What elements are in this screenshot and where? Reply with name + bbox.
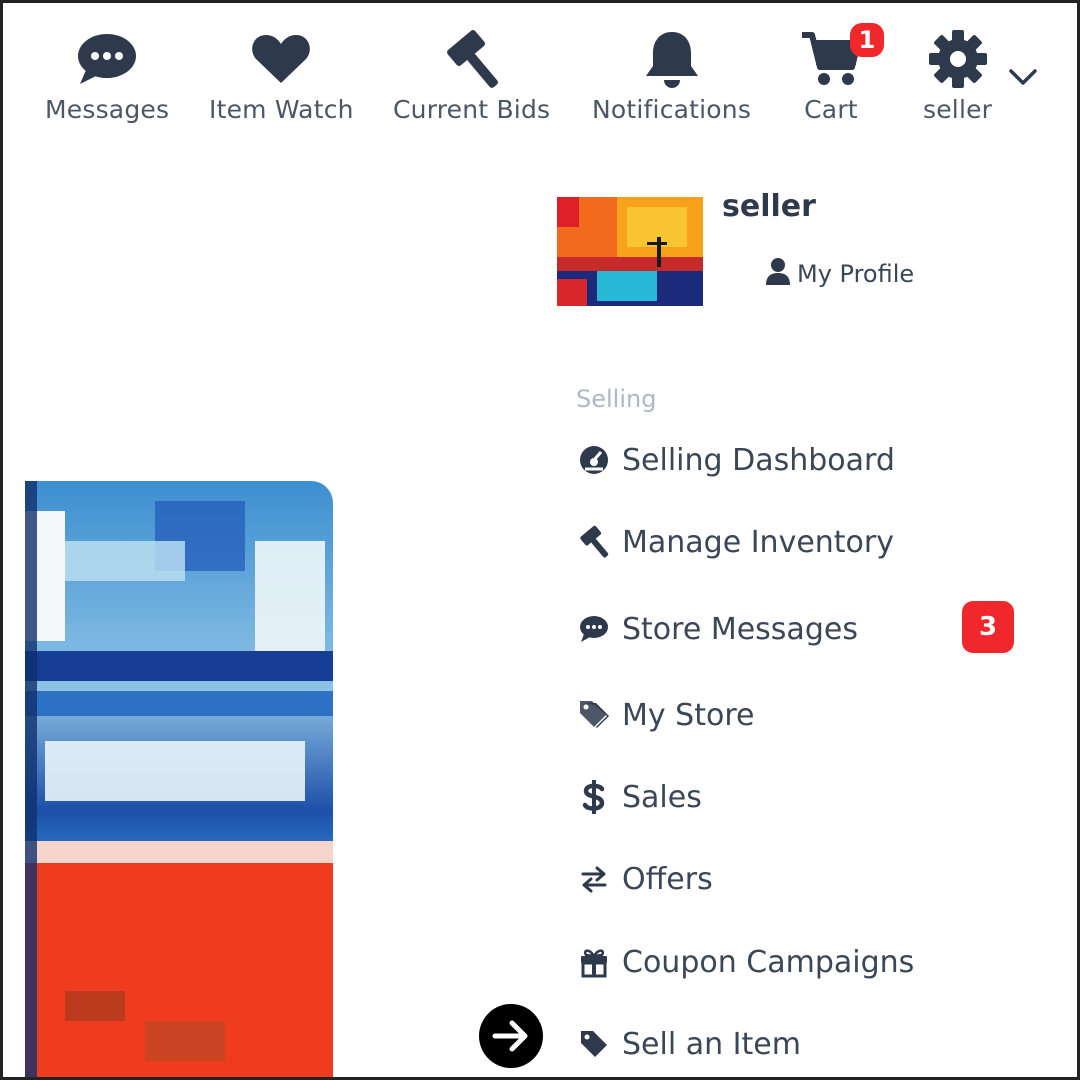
gavel-icon: [444, 27, 500, 91]
menu-item-label: My Store: [622, 697, 755, 733]
nav-notifications[interactable]: Notifications: [592, 27, 751, 124]
nav-notifications-label: Notifications: [592, 95, 752, 124]
top-navigation: Messages Item Watch Current Bids Notific…: [3, 3, 1077, 143]
menu-item-my-store[interactable]: My Store: [578, 685, 1018, 745]
heart-icon: [251, 27, 311, 91]
menu-item-label: Offers: [622, 861, 713, 897]
chat-bubble-icon: [578, 615, 610, 643]
nav-current-bids-label: Current Bids: [393, 95, 551, 124]
section-label-selling: Selling: [576, 385, 657, 413]
menu-item-coupon-campaigns[interactable]: Coupon Campaigns: [578, 932, 1018, 992]
dashboard-gauge-icon: [578, 445, 610, 475]
nav-cart[interactable]: 1 Cart: [800, 23, 884, 124]
dollar-icon: [578, 780, 610, 814]
tags-icon: [578, 699, 610, 731]
nav-account-label: seller: [923, 95, 993, 124]
gift-icon: [578, 946, 610, 978]
my-profile-link[interactable]: My Profile: [765, 257, 914, 291]
store-messages-count-badge: 3: [962, 601, 1014, 653]
menu-item-label: Selling Dashboard: [622, 442, 895, 478]
avatar[interactable]: [557, 197, 703, 306]
account-menu-screen: Messages Item Watch Current Bids Notific…: [0, 0, 1080, 1080]
chevron-down-icon[interactable]: [1008, 67, 1038, 91]
menu-item-selling-dashboard[interactable]: Selling Dashboard: [578, 430, 1018, 490]
user-icon: [765, 257, 791, 291]
menu-item-sell-an-item[interactable]: Sell an Item: [578, 1014, 1018, 1074]
nav-item-watch-label: Item Watch: [209, 95, 354, 124]
nav-current-bids[interactable]: Current Bids: [393, 27, 550, 124]
menu-item-sales[interactable]: Sales: [578, 767, 1018, 827]
menu-item-offers[interactable]: Offers: [578, 849, 1018, 909]
tag-icon: [578, 1029, 610, 1059]
nav-item-watch[interactable]: Item Watch: [209, 27, 354, 124]
nav-messages-label: Messages: [45, 95, 170, 124]
abstract-painting-image: [25, 481, 333, 1077]
cart-count-badge: 1: [850, 23, 884, 57]
menu-item-manage-inventory[interactable]: Manage Inventory: [578, 512, 1018, 572]
bell-icon: [643, 27, 701, 91]
menu-item-label: Store Messages: [622, 611, 858, 647]
exchange-arrows-icon: [578, 864, 610, 894]
profile-username: seller: [722, 189, 816, 224]
gear-icon: [928, 27, 988, 91]
menu-item-label: Coupon Campaigns: [622, 944, 915, 980]
nav-messages[interactable]: Messages: [45, 27, 169, 124]
chat-bubble-icon: [76, 27, 138, 91]
menu-item-label: Sell an Item: [622, 1026, 801, 1062]
cart-icon: 1: [800, 23, 884, 91]
menu-item-store-messages[interactable]: Store Messages 3: [578, 599, 1018, 659]
nav-cart-label: Cart: [804, 95, 858, 124]
arrow-right-circle-icon: [479, 1004, 543, 1068]
nav-account-menu[interactable]: seller: [923, 27, 992, 124]
menu-item-label: Sales: [622, 779, 702, 815]
menu-item-label: Manage Inventory: [622, 524, 894, 560]
gavel-icon: [578, 525, 610, 559]
my-profile-label: My Profile: [797, 260, 915, 288]
